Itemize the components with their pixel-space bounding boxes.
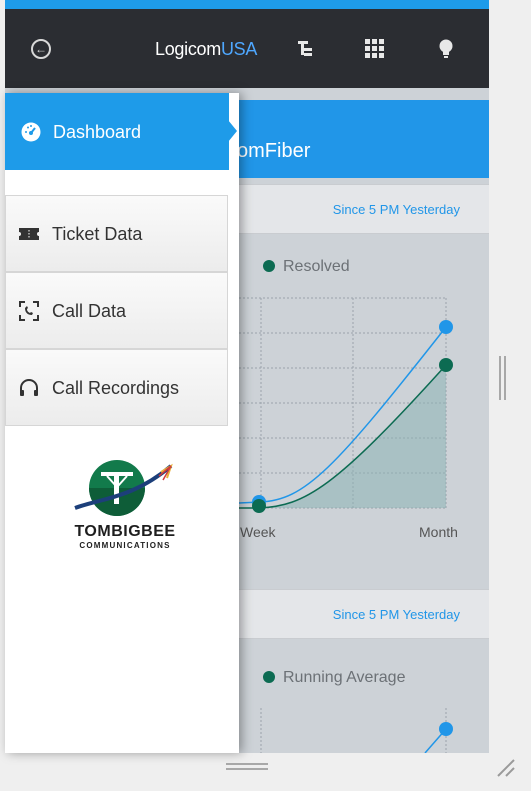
ticket-icon [18, 223, 40, 245]
app-header: ← LogicomUSA [5, 9, 489, 88]
back-icon: ← [31, 39, 51, 59]
resolved-point-month [439, 358, 453, 372]
legend-dot [263, 260, 275, 272]
x-label-month: Month [419, 524, 458, 540]
gauge-icon [21, 122, 41, 142]
nav-item-call-data[interactable]: Call Data [5, 272, 228, 349]
apps-grid-button[interactable] [363, 37, 387, 61]
tree-button[interactable] [294, 37, 318, 61]
company-subtitle: COMMUNICATIONS [79, 541, 171, 550]
nav-item-ticket-data[interactable]: Ticket Data [5, 195, 228, 272]
nav-item-call-recordings[interactable]: Call Recordings [5, 349, 228, 426]
resolved-point-week [252, 499, 266, 513]
x-label-week: Week [240, 524, 276, 540]
nav-item-dashboard[interactable]: Dashboard [5, 93, 237, 170]
blue-point-month [439, 320, 453, 334]
company-name: TOMBIGBEE [74, 523, 176, 540]
phone-frame-icon [18, 300, 40, 322]
resize-grip-icon[interactable] [494, 756, 516, 778]
nav-drawer: Dashboard Ticket Data Call Data Call Rec… [5, 93, 239, 753]
horizontal-resize-handle[interactable] [226, 763, 268, 773]
tombigbee-emblem [74, 460, 173, 516]
back-button[interactable]: ← [29, 37, 53, 61]
tree-icon [298, 41, 312, 56]
headphones-icon [18, 377, 40, 399]
chart-legend-resolved: Resolved [263, 258, 350, 276]
logicom-logo: LogicomUSA [155, 39, 258, 59]
banner-title: omFiber [237, 140, 311, 162]
active-indicator [228, 120, 237, 142]
tombigbee-logo: TOMBIGBEE COMMUNICATIONS [60, 453, 190, 553]
avg-point [439, 722, 453, 736]
lightbulb-icon [439, 39, 453, 58]
since-label[interactable]: Since 5 PM Yesterday [333, 607, 460, 622]
top-accent-bar [5, 0, 489, 9]
since-label[interactable]: Since 5 PM Yesterday [333, 202, 460, 217]
legend-dot [263, 671, 275, 683]
grid-icon [365, 39, 384, 58]
chart-legend-average: Running Average [263, 669, 405, 687]
tips-button[interactable] [434, 37, 458, 61]
vertical-resize-handle[interactable] [499, 356, 509, 400]
